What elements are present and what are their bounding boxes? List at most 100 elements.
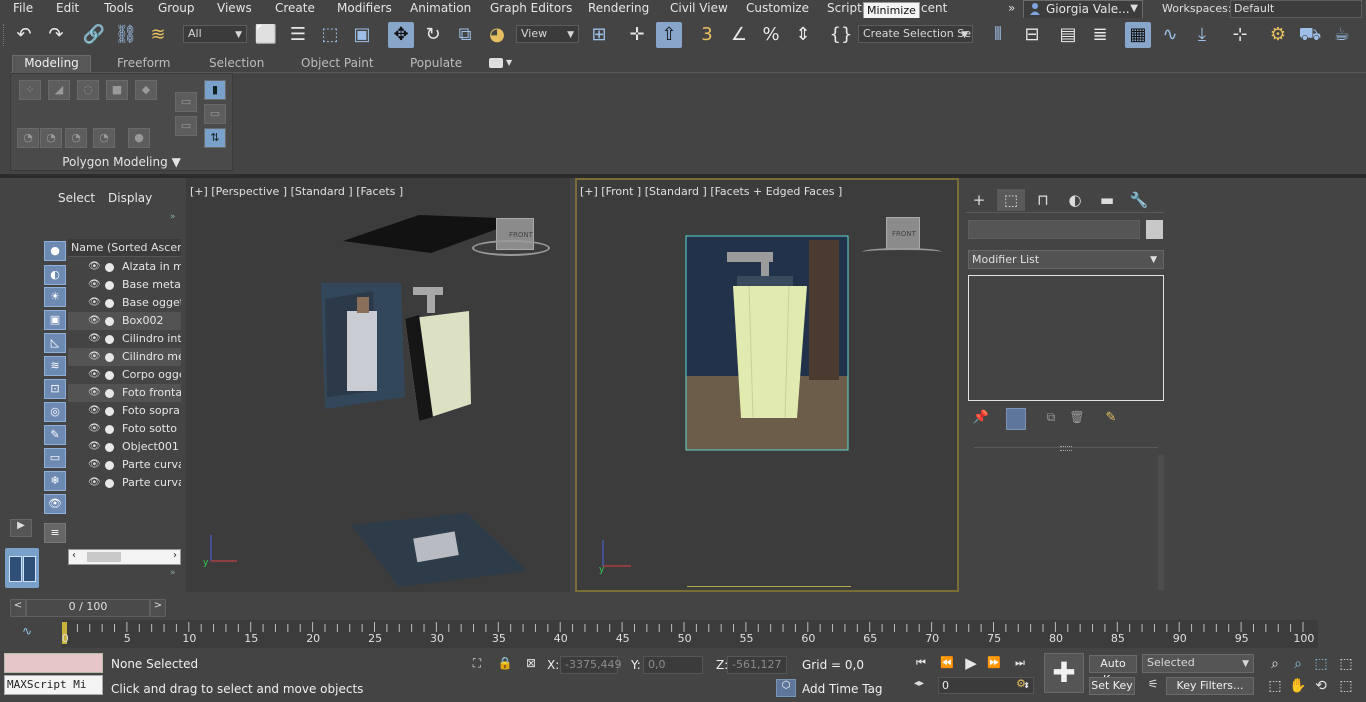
time-slider-next-button[interactable]: > [150, 599, 166, 617]
bind-spacewarp-icon[interactable]: ≋ [145, 22, 171, 48]
menu-animation[interactable]: Animation [410, 0, 471, 18]
undo-icon[interactable]: ↶ [11, 22, 37, 48]
pan-view-icon[interactable]: ✋ [1289, 677, 1307, 695]
display-tab-icon[interactable]: ▬ [1093, 189, 1121, 211]
list-item[interactable]: 👁 Foto sotto [68, 420, 181, 438]
time-slider-prev-button[interactable]: < [10, 599, 26, 617]
vertex-icon[interactable]: ⁘ [19, 80, 41, 100]
auto-key-button[interactable]: Auto Key [1089, 655, 1137, 686]
time-slider-handle[interactable]: 0 / 100 [26, 599, 150, 617]
render-production-icon[interactable]: ☕ [1329, 22, 1355, 48]
ribbon-options-icon[interactable] [489, 58, 503, 68]
eye-icon[interactable]: 👁 [88, 276, 101, 294]
snaps-toggle-icon[interactable]: 3 [694, 22, 720, 48]
set-key-button[interactable]: Set Key [1089, 677, 1135, 695]
y-coordinate-field[interactable]: 0,0 [643, 656, 703, 674]
display-bones-icon[interactable]: ✎ [44, 425, 66, 445]
play-icon[interactable]: ▶ [963, 655, 979, 671]
isolate-selection-icon[interactable]: ⛶ [469, 656, 485, 672]
edge-icon[interactable]: ◢ [48, 80, 70, 100]
explorer-horizontal-scrollbar[interactable]: ‹ › [68, 549, 181, 565]
mirror-icon[interactable]: ⫴ [985, 22, 1011, 48]
list-item[interactable]: 👁Alzata in me [68, 258, 181, 276]
tab-object-paint[interactable]: Object Paint [301, 55, 374, 72]
zoom-extents-all-icon[interactable]: ⬚ [1337, 655, 1355, 673]
window-crossing-icon[interactable]: ▣ [349, 22, 375, 48]
render-dot-icon[interactable] [105, 371, 114, 380]
render-dot-icon[interactable] [105, 335, 114, 344]
set-key-big-button[interactable]: ✚ [1044, 653, 1084, 693]
sel-tool-5-icon[interactable]: ● [128, 128, 150, 148]
maximize-viewport-icon[interactable]: ⬚ [1337, 677, 1355, 695]
polygon-modeling-label[interactable]: Polygon Modeling ▼ [10, 153, 233, 171]
time-configuration-icon[interactable]: ⚙ [1013, 677, 1029, 693]
expand-arrow-icon[interactable]: ▶ [10, 519, 32, 537]
viewcube-compass[interactable] [472, 240, 550, 256]
curve-editor-mini-icon[interactable]: ∿ [22, 624, 40, 640]
modifier-stack[interactable] [968, 275, 1164, 401]
reference-coordinate-dropdown[interactable]: View ▼ [516, 25, 579, 43]
render-dot-icon[interactable] [105, 389, 114, 398]
rectangular-selection-icon[interactable]: ⬚ [317, 22, 343, 48]
absolute-offset-mode-icon[interactable]: ⊠ [523, 656, 539, 672]
render-dot-icon[interactable] [105, 281, 114, 290]
menu-graph-editors[interactable]: Graph Editors [490, 0, 572, 18]
display-lights-icon[interactable]: ☀ [44, 287, 66, 307]
spinner-snap-icon[interactable]: ⇕ [790, 22, 816, 48]
border-icon[interactable]: ◌ [77, 80, 99, 100]
select-and-place-icon[interactable]: ◕ [484, 22, 510, 48]
maxscript-listener-field[interactable] [4, 653, 103, 673]
create-tab-icon[interactable]: + [965, 189, 993, 211]
panel-resize-grip[interactable] [1060, 446, 1072, 451]
menu-recent[interactable]: cent [921, 0, 947, 18]
z-coordinate-field[interactable]: -561,127 [727, 656, 787, 674]
display-cameras-icon[interactable]: ▣ [44, 310, 66, 330]
select-and-rotate-icon[interactable]: ↻ [420, 22, 446, 48]
menu-edit[interactable]: Edit [56, 0, 79, 18]
curve-editor-icon[interactable]: ∿ [1157, 22, 1183, 48]
menu-views[interactable]: Views [217, 0, 252, 18]
remove-modifier-icon[interactable]: 🗑 [1068, 410, 1086, 428]
named-selection-set-dropdown[interactable]: Create Selection Se ▼ [858, 25, 973, 43]
explorer-tab-select[interactable]: Select [58, 191, 95, 205]
render-setup-icon[interactable]: ⚙ [1265, 22, 1291, 48]
tab-selection[interactable]: Selection [209, 55, 264, 72]
eye-icon[interactable]: 👁 [88, 456, 101, 474]
named-selection-icon[interactable]: {} [828, 22, 854, 48]
menu-file[interactable]: File [13, 0, 33, 18]
toggle-scene-explorer-icon[interactable]: ▤ [1055, 22, 1081, 48]
explorer-options-icon[interactable]: ≡ [44, 523, 66, 543]
list-item[interactable]: 👁 Foto sopra [68, 402, 181, 420]
display-frozen-icon[interactable]: 👁 [44, 494, 66, 514]
explorer-more-icon[interactable]: » [170, 212, 176, 222]
menu-civil-view[interactable]: Civil View [670, 0, 728, 18]
user-account-dropdown[interactable]: Giorgia Vale... ▼ [1023, 0, 1143, 19]
selection-filter-dropdown[interactable]: All ▼ [183, 25, 247, 43]
go-to-end-icon[interactable]: ⏭ [1012, 655, 1028, 671]
make-unique-icon[interactable]: ⧉ [1042, 410, 1060, 428]
display-geometry-icon[interactable]: ● [44, 241, 66, 261]
schematic-view-icon[interactable]: ⤓ [1189, 22, 1215, 48]
select-by-name-icon[interactable]: ☰ [285, 22, 311, 48]
display-spacewarps-icon[interactable]: ≋ [44, 356, 66, 376]
menu-tools[interactable]: Tools [104, 0, 134, 18]
modify-mode-icon[interactable]: ▭ [175, 92, 197, 112]
key-selection-dropdown[interactable]: Selected ▼ [1142, 654, 1254, 673]
scroll-left-icon[interactable]: ‹ [72, 550, 76, 561]
sel-tool-1-icon[interactable]: ◔ [17, 128, 39, 148]
viewcube[interactable]: FRONT [886, 217, 920, 249]
configure-modifier-sets-icon[interactable]: ✎ [1102, 410, 1120, 428]
add-time-tag[interactable]: Add Time Tag [802, 682, 883, 696]
list-item[interactable]: 👁 Object001 [68, 438, 181, 456]
menu-overflow-button[interactable]: » [1008, 1, 1015, 15]
render-dot-icon[interactable] [105, 407, 114, 416]
list-item[interactable]: 👁 Box002 [68, 312, 181, 330]
toggle-ribbon-icon[interactable]: ▦ [1125, 22, 1151, 48]
eye-icon[interactable]: 👁 [88, 330, 101, 348]
sel-tool-4-icon[interactable]: ◔ [93, 128, 115, 148]
display-particles-icon[interactable]: ❄ [44, 471, 66, 491]
chevron-down-icon[interactable]: ▼ [506, 58, 512, 67]
select-object-icon[interactable]: ⬜ [253, 22, 279, 48]
pivot-center-icon[interactable]: ⊞ [586, 22, 612, 48]
utilities-tab-icon[interactable]: 🔧 [1125, 189, 1153, 211]
